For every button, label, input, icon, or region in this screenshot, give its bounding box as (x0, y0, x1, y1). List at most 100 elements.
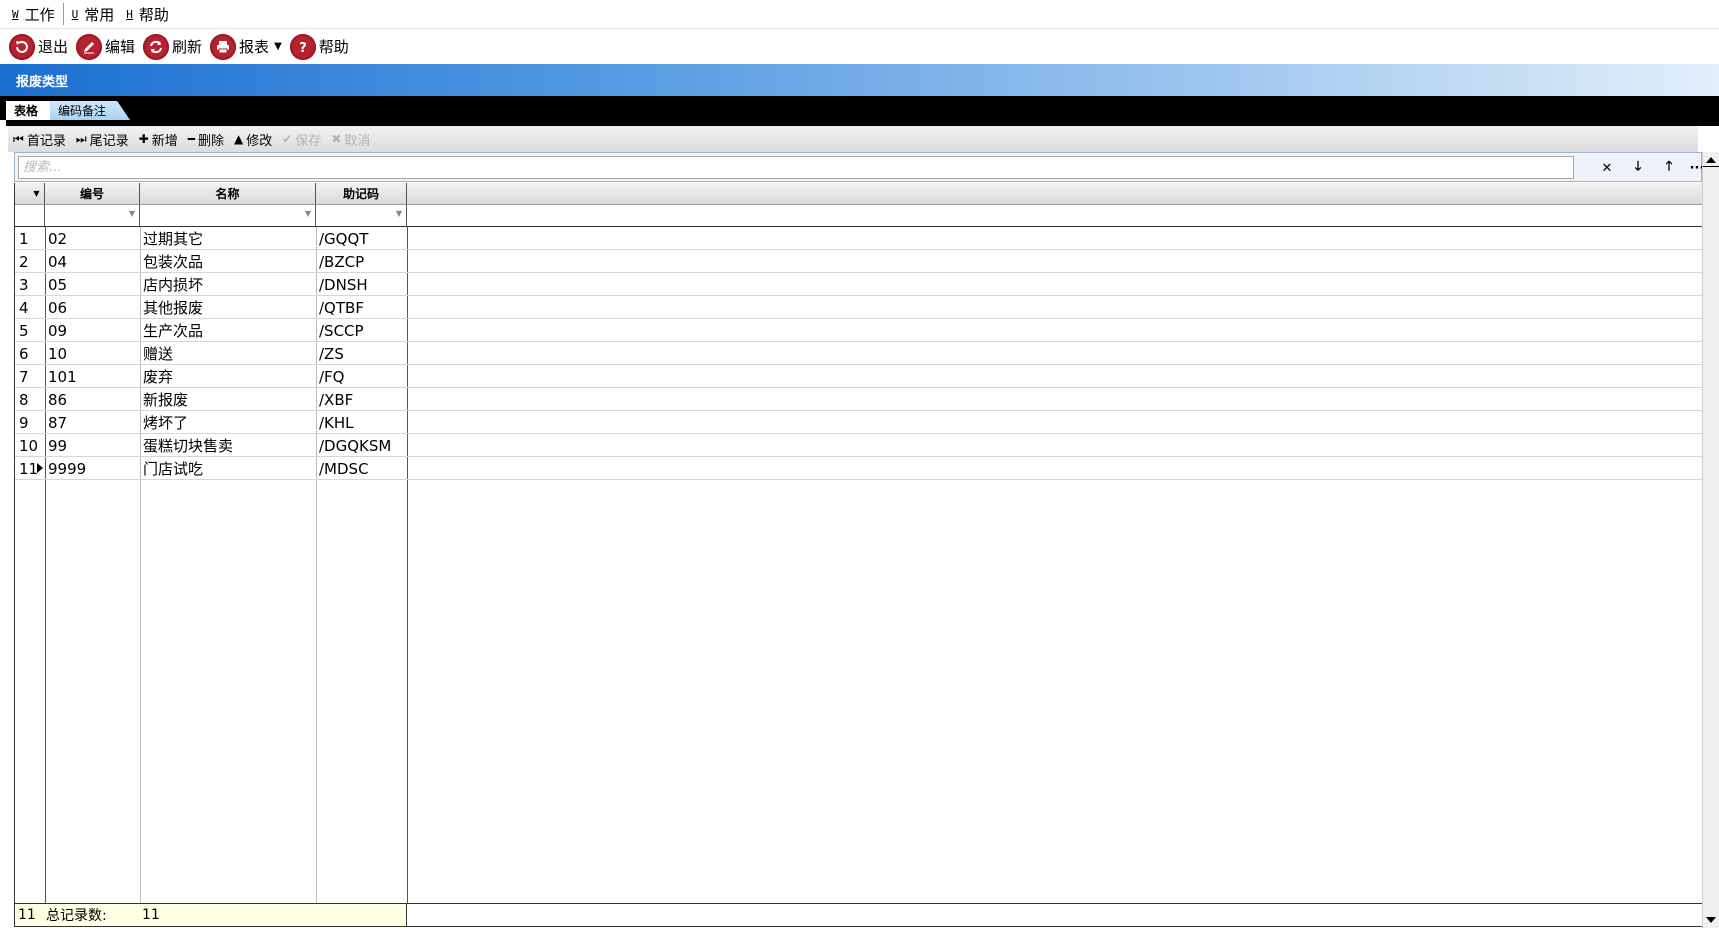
row-number[interactable]: 1 (15, 227, 45, 250)
data-grid: ▼ 编号 名称 助记码 ▼ ▼ ▼ 1 02 过期其它/GQQT 2 04 包装次品/BZ… (14, 183, 1703, 903)
cell-mnemonic[interactable]: /BZCP (316, 250, 407, 273)
last-record-button[interactable]: ⏭ 尾记录 (76, 130, 129, 149)
tab-table[interactable]: 表格 (6, 101, 50, 120)
table-row[interactable]: 9 87 烤坏了/KHL (15, 411, 1703, 434)
filter-mnemonic[interactable]: ▼ (316, 205, 407, 227)
close-icon[interactable]: ✕ (1595, 157, 1619, 179)
cell-name[interactable]: 店内损坏 (140, 273, 316, 296)
exit-button[interactable]: 退出 (9, 33, 68, 60)
menu-help[interactable]: H 帮助 (120, 3, 175, 25)
table-row[interactable]: 8 86 新报废/XBF (15, 388, 1703, 411)
report-button[interactable]: 报表 ▼ (210, 33, 282, 60)
report-label: 报表 (239, 38, 270, 56)
table-row[interactable]: 1 02 过期其它/GQQT (15, 227, 1703, 250)
delete-button[interactable]: ━ 删除 (188, 130, 224, 149)
cell-code[interactable]: 99 (45, 434, 140, 457)
row-number[interactable]: 2 (15, 250, 45, 273)
cell-mnemonic[interactable]: /GQQT (316, 227, 407, 250)
table-row[interactable]: 11 9999 门店试吃/MDSC (15, 457, 1703, 480)
footer-total-label: 总记录数: (46, 908, 107, 924)
chevron-down-icon[interactable]: ▼ (274, 41, 282, 52)
cell-code[interactable]: 06 (45, 296, 140, 319)
cell-mnemonic[interactable]: /KHL (316, 411, 407, 434)
cell-code[interactable]: 02 (45, 227, 140, 250)
cross-icon: ✖ (331, 132, 342, 146)
menu-work[interactable]: W 工作 (6, 3, 61, 25)
filter-code[interactable]: ▼ (45, 205, 140, 227)
check-icon: ✔ (282, 132, 293, 146)
cell-code[interactable]: 86 (45, 388, 140, 411)
cell-name[interactable]: 其他报废 (140, 296, 316, 319)
row-number[interactable]: 3 (15, 273, 45, 296)
table-row[interactable]: 6 10 赠送/ZS (15, 342, 1703, 365)
cell-name[interactable]: 烤坏了 (140, 411, 316, 434)
row-number[interactable]: 6 (15, 342, 45, 365)
save-label: 保存 (295, 133, 322, 149)
cell-name[interactable]: 新报废 (140, 388, 316, 411)
menu-common-label: 常用 (84, 5, 115, 24)
cell-mnemonic[interactable]: /DNSH (316, 273, 407, 296)
row-number[interactable]: 7 (15, 365, 45, 388)
table-row[interactable]: 10 99 蛋糕切块售卖/DGQKSM (15, 434, 1703, 457)
cell-mnemonic[interactable]: /ZS (316, 342, 407, 365)
cell-mnemonic[interactable]: /XBF (316, 388, 407, 411)
cell-mnemonic[interactable]: /SCCP (316, 319, 407, 342)
cell-mnemonic[interactable]: /DGQKSM (316, 434, 407, 457)
search-input[interactable] (18, 156, 1574, 179)
modify-button[interactable]: ▲ 修改 (234, 130, 272, 149)
cell-name[interactable]: 门店试吃 (140, 457, 316, 480)
arrow-down-icon[interactable]: 🡓 (1626, 157, 1650, 179)
cell-code[interactable]: 04 (45, 250, 140, 273)
cell-code[interactable]: 101 (45, 365, 140, 388)
column-header-name[interactable]: 名称 (140, 183, 316, 205)
cell-name[interactable]: 赠送 (140, 342, 316, 365)
table-row[interactable]: 7 101 废弃/FQ (15, 365, 1703, 388)
row-number[interactable]: 4 (15, 296, 45, 319)
cancel-label: 取消 (344, 133, 371, 149)
filter-name[interactable]: ▼ (140, 205, 316, 227)
table-row[interactable]: 4 06 其他报废/QTBF (15, 296, 1703, 319)
row-number[interactable]: 8 (15, 388, 45, 411)
refresh-button[interactable]: 刷新 (143, 33, 202, 60)
table-row[interactable]: 2 04 包装次品/BZCP (15, 250, 1703, 273)
scroll-down-icon[interactable] (1706, 917, 1716, 923)
cell-name[interactable]: 过期其它 (140, 227, 316, 250)
cancel-button[interactable]: ✖ 取消 (331, 130, 370, 149)
cell-code[interactable]: 9999 (45, 457, 140, 480)
scroll-up-icon[interactable] (1706, 157, 1716, 163)
column-header-mnemonic[interactable]: 助记码 (316, 183, 407, 205)
save-button[interactable]: ✔ 保存 (282, 130, 321, 149)
cell-code[interactable]: 09 (45, 319, 140, 342)
column-chooser[interactable]: ▼ (15, 183, 45, 205)
row-number[interactable]: 5 (15, 319, 45, 342)
first-record-button[interactable]: ⏮ 首记录 (13, 130, 66, 149)
column-header-blank (407, 183, 1703, 205)
menu-common[interactable]: U 常用 (66, 3, 121, 25)
add-button[interactable]: ✚ 新增 (139, 130, 178, 149)
menu-help-hotkey: H (126, 7, 133, 21)
cell-mnemonic[interactable]: /MDSC (316, 457, 407, 480)
tab-code-remarks[interactable]: 编码备注 (50, 101, 130, 120)
cell-mnemonic[interactable]: /FQ (316, 365, 407, 388)
cell-name[interactable]: 包装次品 (140, 250, 316, 273)
table-row[interactable]: 5 09 生产次品/SCCP (15, 319, 1703, 342)
edit-button[interactable]: 编辑 (76, 33, 135, 60)
cell-name[interactable]: 废弃 (140, 365, 316, 388)
cell-code[interactable]: 05 (45, 273, 140, 296)
arrow-up-icon[interactable]: 🡑 (1657, 157, 1681, 179)
page-title-bar: 报废类型 (0, 64, 1719, 96)
filter-blank (407, 205, 1703, 227)
footer-count: 11 (18, 907, 36, 923)
cell-name[interactable]: 生产次品 (140, 319, 316, 342)
cell-code[interactable]: 10 (45, 342, 140, 365)
vertical-scrollbar[interactable] (1702, 152, 1719, 928)
column-header-code[interactable]: 编号 (45, 183, 140, 205)
help-button[interactable]: ? 帮助 (289, 33, 349, 60)
row-number[interactable]: 10 (15, 434, 45, 457)
cell-mnemonic[interactable]: /QTBF (316, 296, 407, 319)
cell-name[interactable]: 蛋糕切块售卖 (140, 434, 316, 457)
row-number[interactable]: 9 (15, 411, 45, 434)
table-row[interactable]: 3 05 店内损坏/DNSH (15, 273, 1703, 296)
minus-icon: ━ (187, 132, 195, 146)
cell-code[interactable]: 87 (45, 411, 140, 434)
